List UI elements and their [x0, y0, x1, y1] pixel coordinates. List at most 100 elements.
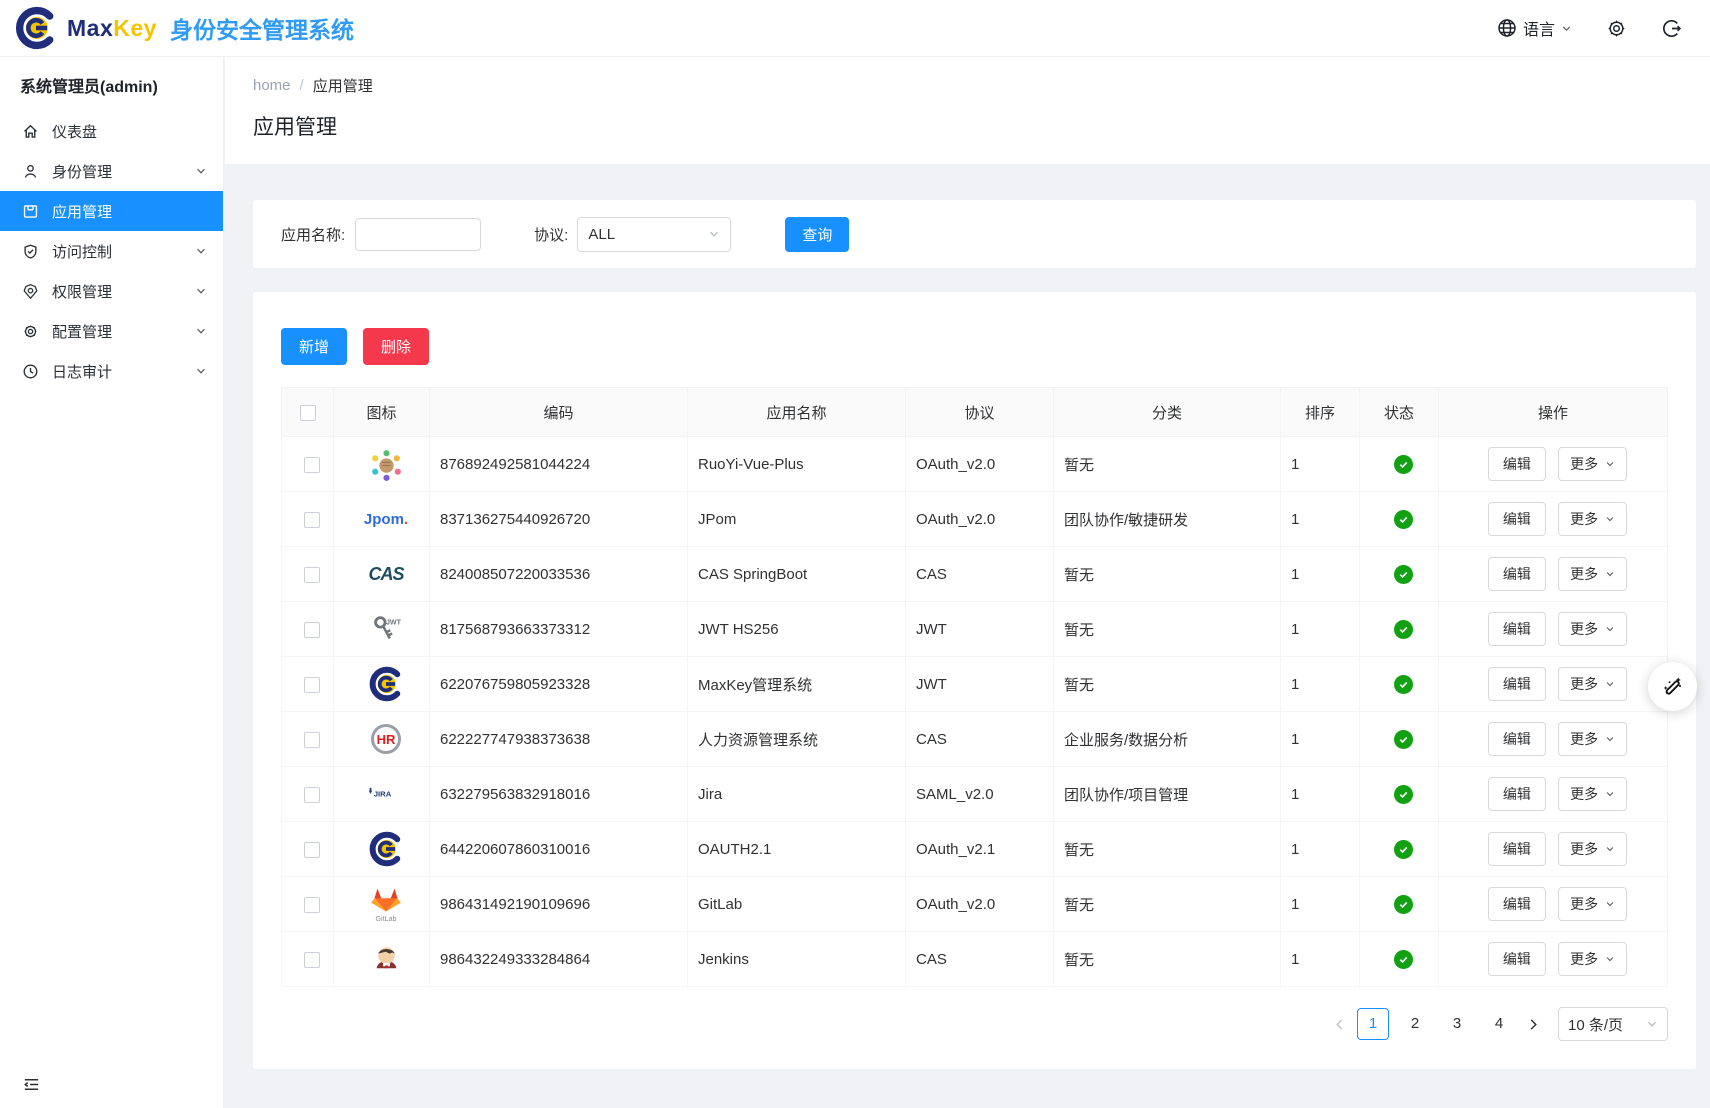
table-row: JIRA 632279563832918016 Jira SAML_v2.0 团… — [282, 767, 1668, 822]
more-button[interactable]: 更多 — [1558, 887, 1627, 921]
protocol-select[interactable]: ALL — [577, 217, 731, 252]
app-name: OAUTH2.1 — [688, 822, 906, 877]
app-protocol: SAML_v2.0 — [906, 767, 1054, 822]
svg-text:JIRA: JIRA — [374, 790, 392, 799]
row-checkbox[interactable] — [304, 732, 320, 748]
app-protocol: OAuth_v2.0 — [906, 492, 1054, 547]
page-button-1[interactable]: 1 — [1357, 1008, 1389, 1040]
next-page-button[interactable] — [1520, 1008, 1546, 1040]
app-code: 622227747938373638 — [430, 712, 688, 767]
more-button[interactable]: 更多 — [1558, 557, 1627, 591]
dashboard-icon — [22, 123, 39, 140]
magic-wand-icon — [1660, 674, 1685, 699]
table-row: JWT 817568793663373312 JWT HS256 JWT 暂无 … — [282, 602, 1668, 657]
search-button[interactable]: 查询 — [785, 217, 849, 252]
protocol-filter-label: 协议: — [534, 224, 568, 245]
edit-button[interactable]: 编辑 — [1488, 502, 1546, 536]
app-protocol: CAS — [906, 712, 1054, 767]
column-header-status: 状态 — [1360, 388, 1439, 437]
app-protocol: JWT — [906, 602, 1054, 657]
svg-text:JWT: JWT — [386, 618, 402, 626]
row-checkbox[interactable] — [304, 677, 320, 693]
identity-icon — [22, 163, 39, 180]
more-button[interactable]: 更多 — [1558, 612, 1627, 646]
settings-button[interactable] — [1606, 18, 1627, 39]
row-checkbox[interactable] — [304, 787, 320, 803]
prev-page-button[interactable] — [1326, 1008, 1352, 1040]
edit-button[interactable]: 编辑 — [1488, 612, 1546, 646]
app-category: 团队协作/项目管理 — [1054, 767, 1281, 822]
more-button[interactable]: 更多 — [1558, 502, 1627, 536]
app-code: 986431492190109696 — [430, 877, 688, 932]
status-enabled-icon — [1394, 895, 1413, 914]
chevron-down-icon — [195, 285, 207, 297]
table-row: Jpom. 837136275440926720 JPom OAuth_v2.0… — [282, 492, 1668, 547]
app-category: 暂无 — [1054, 877, 1281, 932]
row-checkbox[interactable] — [304, 622, 320, 638]
jenkins-app-icon — [366, 939, 406, 979]
edit-button[interactable]: 编辑 — [1488, 722, 1546, 756]
table-header-row: 图标 编码 应用名称 协议 分类 排序 状态 操作 — [282, 388, 1668, 437]
row-checkbox[interactable] — [304, 567, 320, 583]
sidebar-item-label: 仪表盘 — [52, 121, 97, 142]
edit-button[interactable]: 编辑 — [1488, 777, 1546, 811]
delete-button[interactable]: 删除 — [363, 328, 429, 365]
app-sort: 1 — [1281, 657, 1360, 712]
more-button[interactable]: 更多 — [1558, 942, 1627, 976]
sidebar-item-audit-log[interactable]: 日志审计 — [0, 351, 223, 391]
page-button-3[interactable]: 3 — [1441, 1008, 1473, 1040]
app-name-filter-label: 应用名称: — [281, 224, 345, 245]
edit-button[interactable]: 编辑 — [1488, 832, 1546, 866]
status-enabled-icon — [1394, 620, 1413, 639]
logout-button[interactable] — [1661, 18, 1682, 39]
edit-button[interactable]: 编辑 — [1488, 667, 1546, 701]
theme-settings-button[interactable] — [1648, 662, 1697, 711]
add-button[interactable]: 新增 — [281, 328, 347, 365]
more-button[interactable]: 更多 — [1558, 832, 1627, 866]
sidebar-item-applications[interactable]: 应用管理 — [0, 191, 223, 231]
gear-icon — [1606, 18, 1627, 39]
edit-button[interactable]: 编辑 — [1488, 942, 1546, 976]
sidebar-item-label: 身份管理 — [52, 161, 112, 182]
page-button-2[interactable]: 2 — [1399, 1008, 1431, 1040]
table-row: 644220607860310016 OAUTH2.1 OAuth_v2.1 暂… — [282, 822, 1668, 877]
sidebar-item-access-control[interactable]: 访问控制 — [0, 231, 223, 271]
row-checkbox[interactable] — [304, 512, 320, 528]
sidebar-item-label: 访问控制 — [52, 241, 112, 262]
row-checkbox[interactable] — [304, 897, 320, 913]
language-menu[interactable]: 语言 — [1497, 16, 1572, 40]
breadcrumb-home-link[interactable]: home — [253, 77, 291, 94]
app-name-filter-input[interactable] — [355, 218, 481, 251]
sidebar-collapse-button[interactable] — [22, 1075, 41, 1094]
app-category: 暂无 — [1054, 547, 1281, 602]
language-label: 语言 — [1523, 16, 1555, 40]
page-size-select[interactable]: 10 条/页 — [1558, 1007, 1668, 1041]
edit-button[interactable]: 编辑 — [1488, 557, 1546, 591]
sidebar-item-permissions[interactable]: 权限管理 — [0, 271, 223, 311]
app-name: Jira — [688, 767, 906, 822]
sidebar-item-configuration[interactable]: 配置管理 — [0, 311, 223, 351]
more-button[interactable]: 更多 — [1558, 667, 1627, 701]
edit-button[interactable]: 编辑 — [1488, 447, 1546, 481]
page-button-4[interactable]: 4 — [1483, 1008, 1515, 1040]
cas-app-icon: CAS — [366, 554, 406, 594]
select-all-checkbox[interactable] — [300, 405, 316, 421]
top-bar: MaxKey 身份安全管理系统 语言 — [0, 0, 1710, 57]
main-content: home / 应用管理 应用管理 应用名称: 协议: ALL 查询 新增 删除 — [225, 57, 1710, 1108]
more-button[interactable]: 更多 — [1558, 722, 1627, 756]
more-button[interactable]: 更多 — [1558, 447, 1627, 481]
row-checkbox[interactable] — [304, 842, 320, 858]
brand-product-name: 身份安全管理系统 — [170, 11, 354, 45]
table-panel: 新增 删除 图标 编码 应用名称 协议 分类 排序 — [253, 292, 1696, 1069]
row-checkbox[interactable] — [304, 952, 320, 968]
chevron-down-icon — [708, 228, 720, 240]
maxkey-app-icon — [366, 664, 406, 704]
sidebar-item-identity[interactable]: 身份管理 — [0, 151, 223, 191]
sidebar-item-dashboard[interactable]: 仪表盘 — [0, 111, 223, 151]
table-row: 876892492581044224 RuoYi-Vue-Plus OAuth_… — [282, 437, 1668, 492]
app-sort: 1 — [1281, 492, 1360, 547]
more-button[interactable]: 更多 — [1558, 777, 1627, 811]
row-checkbox[interactable] — [304, 457, 320, 473]
column-header-code: 编码 — [430, 388, 688, 437]
edit-button[interactable]: 编辑 — [1488, 887, 1546, 921]
